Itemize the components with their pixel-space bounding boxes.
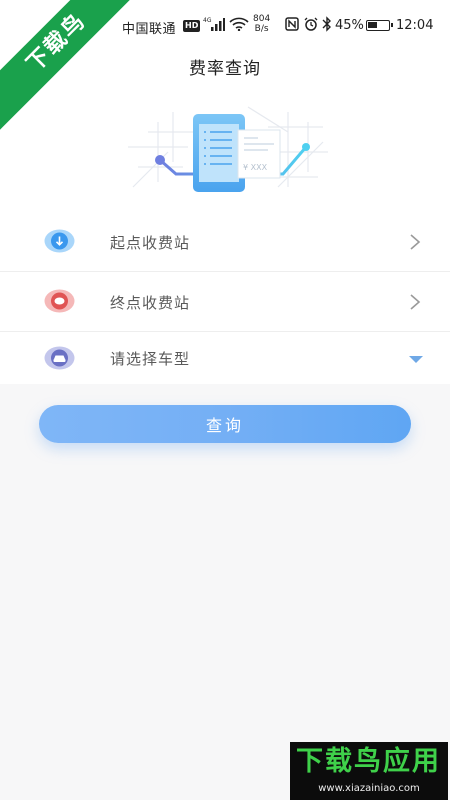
- wifi-icon: [229, 17, 249, 31]
- toll-receipt-illustration: ¥ XXX: [128, 106, 328, 192]
- vehicle-type-label: 请选择车型: [110, 350, 191, 368]
- net-speed-value: 804: [253, 14, 271, 24]
- end-station-label: 终点收费站: [110, 294, 191, 312]
- chevron-right-icon: [410, 234, 421, 250]
- watermark-logo-text: 下载鸟应用: [296, 746, 441, 777]
- end-station-row[interactable]: 终点收费站: [0, 272, 450, 332]
- svg-text:4G: 4G: [203, 17, 212, 24]
- battery-icon: [366, 20, 393, 31]
- arrow-down-icon: [44, 229, 75, 253]
- vehicle-type-select[interactable]: 请选择车型: [0, 332, 450, 384]
- price-text: ¥ XXX: [243, 163, 268, 172]
- bluetooth-icon: [322, 16, 331, 32]
- watermark-bottom: 下载鸟应用 www.xiazainiao.com: [290, 742, 448, 800]
- nfc-icon: [285, 17, 299, 31]
- signal-icon: 4G: [203, 17, 225, 31]
- hd-badge: HD: [183, 20, 201, 32]
- query-button[interactable]: 查询: [39, 405, 411, 443]
- caret-down-icon: [409, 356, 423, 363]
- battery-percent: 45%: [335, 18, 364, 33]
- watermark-url: www.xiazainiao.com: [318, 783, 420, 794]
- carrier-label: 中国联通: [122, 22, 177, 37]
- net-speed-unit: B/s: [254, 24, 269, 34]
- start-station-row[interactable]: 起点收费站: [0, 212, 450, 272]
- chevron-right-icon: [410, 294, 421, 310]
- alarm-icon: [304, 17, 318, 31]
- car-icon: [44, 346, 75, 370]
- clock: 12:04: [396, 18, 434, 33]
- net-speed: 804 B/s: [253, 14, 270, 34]
- start-station-label: 起点收费站: [110, 234, 191, 252]
- stop-icon: [44, 289, 75, 313]
